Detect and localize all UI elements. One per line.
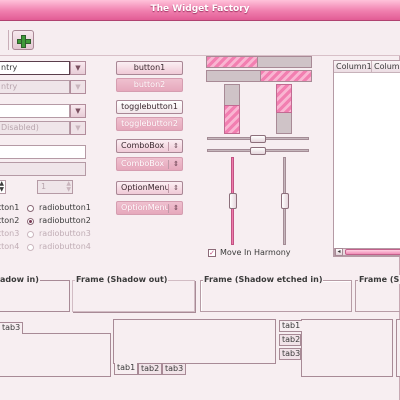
progress-bar-horizontal-1-fill	[206, 56, 258, 68]
option-menu-1[interactable]: OptionMenu ⇕	[116, 181, 183, 195]
radio-label-1: radiobutton1	[39, 203, 91, 212]
notebook-3-panel	[301, 319, 393, 377]
radio-left-label-2: tton2	[0, 216, 20, 225]
combo-entry-3[interactable]	[0, 104, 70, 118]
option-menu-2-value: OptionMenu	[121, 203, 170, 212]
spin-button-2-value: 1	[41, 182, 47, 191]
frame-shadow-etched-out: Frame (S	[355, 275, 400, 312]
toggle-button-2-disabled: togglebutton2	[116, 117, 183, 131]
scale-vertical-2[interactable]	[281, 157, 289, 245]
scroll-left-icon[interactable]: ◂	[335, 248, 343, 256]
spin-button-2-disabled: 1 ▲ ▼	[37, 180, 73, 194]
toggle-button-1[interactable]: togglebutton1	[116, 100, 183, 114]
combo-box-2-separator	[168, 160, 169, 169]
tree-horizontal-scrollbar[interactable]: ◂	[334, 248, 400, 256]
progress-bar-vertical-2	[276, 84, 292, 134]
progress-bar-horizontal-2-fill	[260, 70, 312, 82]
chevron-up-down-icon: ⇕	[173, 142, 179, 150]
progress-bar-horizontal-2	[206, 70, 312, 82]
notebook-2-tab-1[interactable]: tab1	[114, 363, 139, 375]
progress-bar-vertical-1-fill	[224, 105, 240, 134]
text-entry-1[interactable]	[0, 145, 86, 159]
scale-horizontal-1-thumb[interactable]	[250, 135, 266, 143]
chevron-up-down-icon: ⇕	[173, 184, 179, 192]
radio-left-label-3: tton3	[0, 229, 20, 238]
widget-factory-window: The Widget Factory ntry ▼ ntry ▼ ▼ Disab…	[0, 0, 400, 400]
spin-button-1[interactable]: ▲ ▼	[0, 180, 6, 194]
notebook-3-tab-1[interactable]: tab1	[279, 320, 302, 332]
frame-shadow-in: adow in)	[0, 275, 70, 312]
combo-box-2-disabled: ComboBox ⇕	[116, 157, 183, 171]
check-icon: ✓	[209, 249, 215, 257]
combo-box-2-value: ComboBox	[121, 159, 165, 168]
combo-entry-2-disabled: ntry	[0, 80, 70, 94]
radio-label-2: radiobutton2	[39, 216, 91, 225]
toolbar-separator	[8, 30, 9, 50]
frame-shadow-etched-in-label: Frame (Shadow etched in)	[203, 275, 324, 284]
notebook-4-panel	[396, 319, 400, 377]
option-menu-2-disabled: OptionMenu ⇕	[116, 201, 183, 215]
move-in-harmony-label: Move In Harmony	[220, 248, 291, 257]
spin-down-icon: ▼	[66, 186, 71, 193]
combo-entry-4-dropdown: ▼	[70, 121, 86, 135]
scale-horizontal-1[interactable]	[207, 135, 309, 143]
radio-button-3-disabled	[27, 231, 34, 238]
progress-bar-horizontal-1	[206, 56, 312, 68]
scale-horizontal-2[interactable]	[207, 147, 309, 155]
combo-entry-3-dropdown[interactable]: ▼	[70, 104, 86, 118]
combo-entry-4-disabled: Disabled)	[0, 121, 70, 135]
frame-shadow-etched-in: Frame (Shadow etched in)	[200, 275, 352, 312]
notebook-2-tab-2[interactable]: tab2	[138, 363, 163, 375]
combo-entry-1-dropdown[interactable]: ▼	[70, 61, 86, 75]
scale-vertical-1-thumb[interactable]	[229, 193, 237, 209]
frame-shadow-etched-out-label: Frame (S	[358, 275, 400, 284]
radio-button-4-disabled	[27, 244, 34, 251]
chevron-up-down-icon: ⇕	[173, 160, 179, 168]
option-menu-2-separator	[168, 204, 169, 213]
notebook-1-tab-3[interactable]: tab3	[0, 322, 24, 334]
title-bar[interactable]: The Widget Factory	[0, 0, 400, 21]
radio-button-1[interactable]	[27, 205, 34, 212]
radio-label-3: radiobutton3	[39, 229, 91, 238]
combo-box-1[interactable]: ComboBox ⇕	[116, 139, 183, 153]
combo-entry-2-dropdown: ▼	[70, 80, 86, 94]
toolbar	[0, 21, 400, 56]
add-button[interactable]	[12, 30, 34, 50]
tree-scrollbar-thumb[interactable]	[345, 249, 400, 255]
plus-icon-vertical	[21, 35, 26, 48]
tree-column-header-2[interactable]: Column	[372, 61, 400, 73]
notebook-1-panel	[0, 333, 111, 377]
scale-vertical-1[interactable]	[229, 157, 237, 245]
radio-button-2[interactable]	[27, 218, 34, 225]
frame-shadow-in-label: adow in)	[0, 275, 40, 284]
radio-left-label-4: tton4	[0, 242, 20, 251]
move-in-harmony-checkbox[interactable]: ✓	[208, 249, 216, 257]
notebook-3-tab-3[interactable]: tab3	[279, 348, 301, 360]
combo-entry-1[interactable]: ntry	[0, 61, 70, 75]
combo-box-1-value: ComboBox	[121, 141, 165, 150]
button2-disabled: button2	[116, 78, 183, 92]
button1[interactable]: button1	[116, 61, 183, 75]
scale-vertical-2-thumb[interactable]	[281, 193, 289, 209]
option-menu-1-value: OptionMenu	[121, 183, 170, 192]
scale-horizontal-2-thumb[interactable]	[250, 147, 266, 155]
option-menu-1-separator	[168, 184, 169, 193]
tree-column-header-1[interactable]: Column1	[334, 61, 372, 73]
chevron-up-down-icon: ⇕	[173, 204, 179, 212]
radio-label-4: radiobutton4	[39, 242, 91, 251]
frame-shadow-out-label: Frame (Shadow out)	[75, 275, 169, 284]
progress-bar-vertical-1	[224, 84, 240, 134]
combo-box-1-separator	[168, 142, 169, 151]
frame-shadow-out: Frame (Shadow out)	[72, 275, 195, 312]
notebook-2-panel	[113, 319, 276, 364]
text-entry-2-disabled	[0, 162, 86, 176]
progress-bar-vertical-2-fill	[276, 84, 292, 113]
spin-down-icon[interactable]: ▼	[0, 187, 4, 193]
notebook-3-tab-2[interactable]: tab2	[279, 334, 301, 346]
notebook-2-tab-3[interactable]: tab3	[162, 363, 187, 375]
window-title: The Widget Factory	[150, 4, 250, 14]
radio-left-label-1: tton1	[0, 203, 20, 212]
tree-view[interactable]: Column1 Column ◂	[333, 60, 400, 257]
